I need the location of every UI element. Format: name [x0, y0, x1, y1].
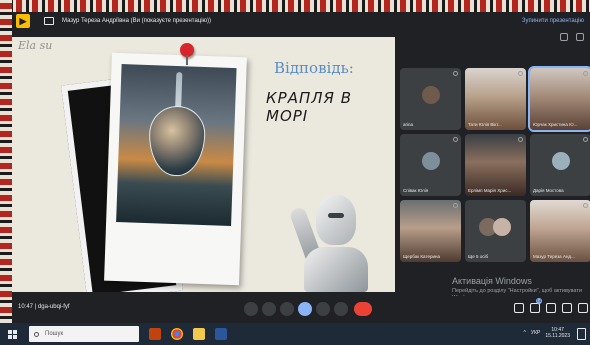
stop-presenting-button[interactable]: Зупинити презентацію [522, 18, 584, 24]
answer-label: Відповідь: [274, 59, 354, 77]
activities-icon[interactable] [562, 303, 572, 313]
avatar [493, 218, 511, 236]
slides-logo-icon: ▶ [16, 14, 30, 28]
word-icon[interactable] [215, 328, 227, 340]
polaroid-photo [104, 52, 247, 286]
more-options-icon[interactable] [334, 302, 348, 316]
mic-muted-icon [583, 71, 588, 76]
participant-tile[interactable]: Щербак Катерина [400, 200, 461, 262]
layout-icon[interactable] [576, 33, 584, 41]
pin-needle [186, 55, 188, 65]
windows-taskbar: Пошук ^ УКР 10:47 15.11.2023 [0, 323, 590, 345]
watermark-title: Активація Windows [452, 276, 532, 286]
participant-tile[interactable]: Ерлімп Марія Хрис... [465, 134, 526, 196]
presentation-slide: Ela su Відповідь: КРАПЛЯ В МОРІ [12, 37, 395, 292]
participant-tile[interactable]: Юрчак Христина Ю... [528, 66, 590, 132]
more-participants-tile[interactable]: Ще 5 осіб [465, 200, 526, 262]
people-icon[interactable] [530, 303, 540, 313]
system-tray: ^ УКР 10:47 15.11.2023 [524, 327, 570, 339]
participant-name: Юрчак Христина Ю... [533, 122, 578, 127]
end-call-button[interactable] [354, 302, 372, 316]
meet-top-icons [400, 31, 590, 43]
mic-icon[interactable] [244, 302, 258, 316]
participant-video [465, 134, 526, 196]
raise-hand-icon[interactable] [316, 302, 330, 316]
robot-eye [328, 213, 344, 218]
mic-muted-icon [453, 203, 458, 208]
participant-name: Співак Юлія [403, 188, 429, 193]
notifications-icon[interactable] [577, 328, 586, 340]
participant-name: Дарія Мостова [533, 188, 564, 193]
file-explorer-icon[interactable] [193, 328, 205, 340]
answer-text: КРАПЛЯ В МОРІ [266, 89, 352, 125]
pin-tile-icon[interactable] [560, 33, 568, 41]
slide-scribble-text: Ela su [18, 39, 53, 52]
windows-start-icon[interactable] [8, 329, 17, 339]
chat-icon[interactable] [546, 303, 556, 313]
chevron-up-icon[interactable]: ^ [524, 330, 526, 336]
participants-count-badge: 14 [536, 298, 542, 304]
mic-muted-icon [453, 137, 458, 142]
avatar [552, 152, 570, 170]
avatar [422, 152, 440, 170]
robot-illustration [288, 187, 380, 292]
participant-tile[interactable]: arina [400, 68, 461, 130]
search-icon [34, 331, 39, 337]
participant-name: Мазур Тереза Анд... [533, 254, 575, 259]
participant-name: Ерлімп Марія Хрис... [468, 188, 512, 193]
participant-name: Тати Юлія Вікт... [468, 122, 502, 127]
powerpoint-icon[interactable] [149, 328, 161, 340]
participant-name: Ще 5 осіб [468, 254, 489, 259]
meeting-info: 10:47 | dga-ubqi-fyf [18, 304, 70, 310]
participant-video [465, 68, 526, 130]
mic-muted-icon [583, 203, 588, 208]
participant-tile[interactable]: Дарія Мостова [530, 134, 590, 196]
screen: ▶ Мазур Тереза Андріївна (Ви (показуєте … [0, 0, 590, 345]
participant-video [530, 68, 590, 130]
robot-body [304, 247, 368, 292]
present-screen-icon [44, 17, 54, 25]
embroidery-border-top [0, 0, 590, 12]
present-icon[interactable] [298, 302, 312, 316]
participant-video [400, 200, 461, 262]
lock-icon[interactable] [578, 303, 588, 313]
water-drop-image [116, 64, 237, 226]
meeting-controls: 10:47 | dga-ubqi-fyf 14 [12, 296, 590, 322]
info-icon[interactable] [514, 303, 524, 313]
mic-muted-icon [583, 137, 588, 142]
participant-video [530, 200, 590, 262]
clock-date: 15.11.2023 [545, 333, 570, 339]
taskbar-search-input[interactable]: Пошук [29, 326, 139, 342]
participant-tile[interactable]: Співак Юлія [400, 134, 461, 196]
captions-icon[interactable] [280, 302, 294, 316]
chrome-icon[interactable] [171, 328, 183, 340]
mic-muted-icon [518, 71, 523, 76]
language-indicator[interactable]: УКР [531, 330, 540, 336]
search-placeholder: Пошук [45, 331, 64, 337]
presenting-title: Мазур Тереза Андріївна (Ви (показуєте пр… [62, 18, 212, 24]
camera-icon[interactable] [262, 302, 276, 316]
participant-tile[interactable]: Мазур Тереза Анд... [530, 200, 590, 262]
participant-name: Щербак Катерина [403, 254, 440, 259]
robot-head [316, 195, 356, 245]
presenting-bar: ▶ Мазур Тереза Андріївна (Ви (показуєте … [12, 12, 590, 30]
mic-muted-icon [518, 137, 523, 142]
avatar [422, 86, 440, 104]
embroidery-border-left [0, 0, 12, 345]
water-drop [147, 105, 207, 177]
participant-name: arina [403, 122, 414, 127]
participant-tile[interactable]: Тати Юлія Вікт... [465, 68, 526, 130]
clock[interactable]: 10:47 15.11.2023 [545, 327, 570, 339]
mic-muted-icon [453, 71, 458, 76]
